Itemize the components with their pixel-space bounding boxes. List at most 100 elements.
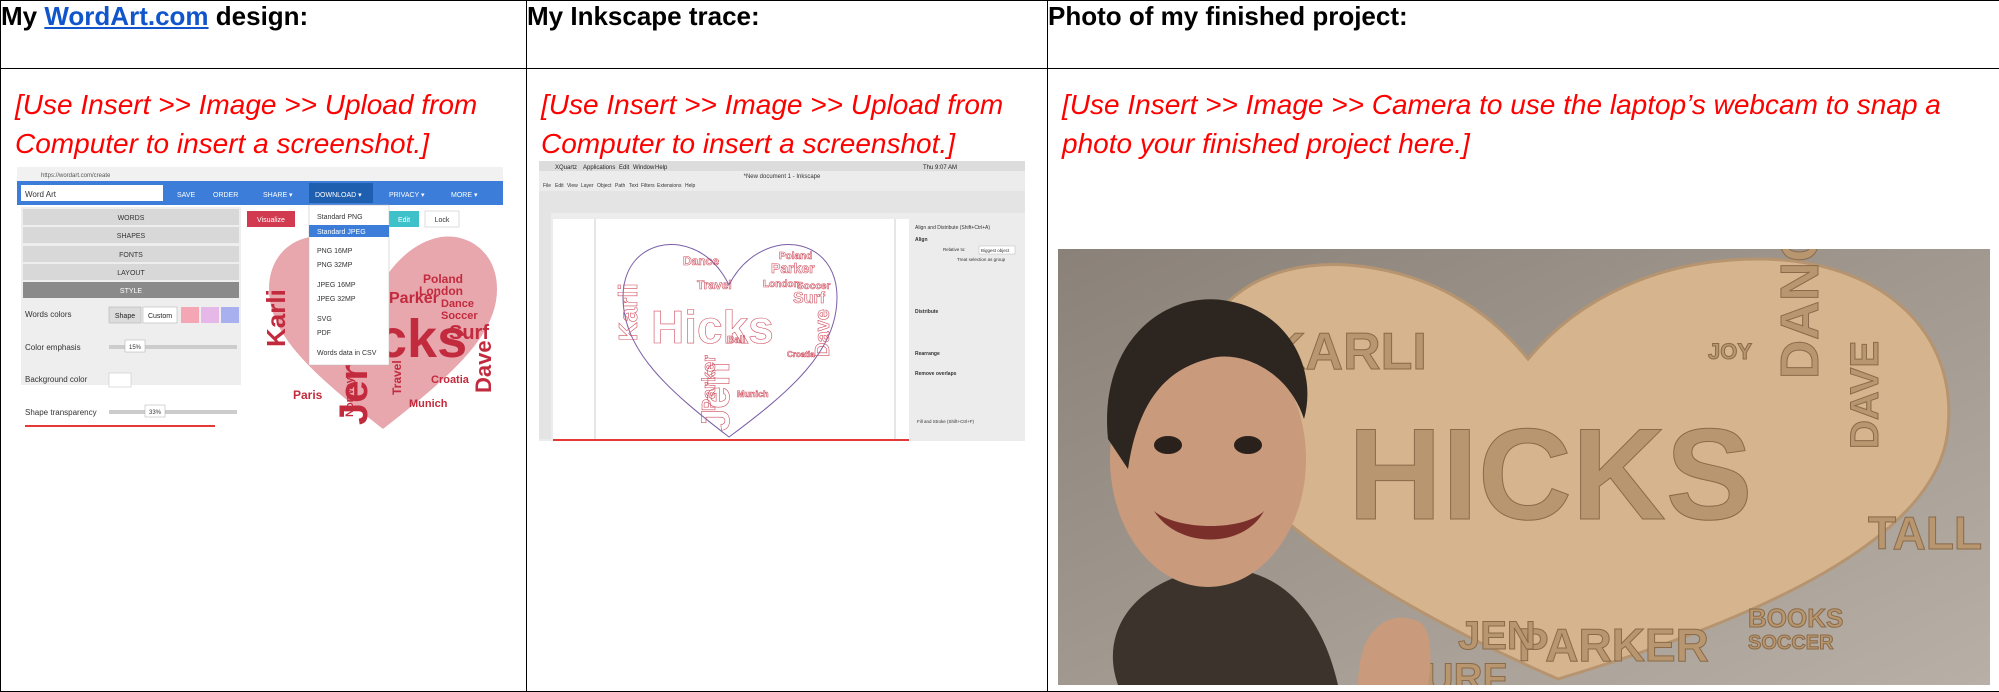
menu-item[interactable]: Extensions <box>657 183 682 189</box>
photo-word: TALL <box>1868 507 1982 559</box>
menubar-item[interactable]: Help <box>655 165 668 171</box>
words-colors-label: Words colors <box>25 310 72 319</box>
shape-toggle-label: Shape <box>115 313 135 320</box>
photo-word: PARKER <box>1518 619 1709 671</box>
cloud-word: Dance <box>441 298 474 310</box>
cloud-word: Munich <box>737 389 769 399</box>
tab-style[interactable]: STYLE <box>120 288 143 295</box>
download-menu: Standard PNG Standard JPEG PNG 16MP PNG … <box>308 204 390 366</box>
fill-stroke-tab[interactable]: Fill and Stroke (Shift+Ctrl+F) <box>917 419 975 424</box>
cloud-word: Parker <box>771 260 815 276</box>
toolbar-order[interactable]: ORDER <box>213 192 238 199</box>
rearrange-heading: Rearrange <box>915 351 940 357</box>
cloud-word: Surf <box>793 290 826 307</box>
cloud-word: Karli <box>613 283 643 341</box>
distribute-heading: Distribute <box>915 309 939 315</box>
cell-wordart[interactable]: [Use Insert >> Image >> Upload from Comp… <box>0 68 527 692</box>
menu-item[interactable]: Path <box>615 183 626 189</box>
cloud-word: Travel <box>390 360 404 395</box>
cloud-word: Munich <box>409 398 448 410</box>
download-option[interactable]: PNG 16MP <box>317 248 353 255</box>
cell-inkscape[interactable]: [Use Insert >> Image >> Upload from Comp… <box>526 68 1048 692</box>
cloud-word: Bali <box>727 335 746 346</box>
shape-transparency-label: Shape transparency <box>25 408 97 417</box>
header-photo: Photo of my finished project: <box>1047 0 1999 69</box>
wordart-screenshot: https://wordart.com/create Word Art SAVE… <box>17 167 503 433</box>
menu-item[interactable]: Object <box>597 183 612 189</box>
treat-selection-label: Treat selection as group <box>957 257 1006 262</box>
color-emphasis-label: Color emphasis <box>25 343 81 352</box>
download-option[interactable]: JPEG 16MP <box>317 282 356 289</box>
cloud-word: Travel <box>697 278 732 292</box>
custom-toggle-label: Custom <box>148 313 172 320</box>
cloud-word: Parker <box>699 355 719 411</box>
menu-item[interactable]: Layer <box>581 183 594 189</box>
menu-item[interactable]: Text <box>629 183 639 189</box>
toolbar-save[interactable]: SAVE <box>177 192 195 199</box>
download-option[interactable]: PDF <box>317 330 331 337</box>
toolbar-download[interactable]: DOWNLOAD ▾ <box>315 192 362 199</box>
instruction-text: [Use Insert >> Image >> Camera to use th… <box>1062 89 1941 159</box>
menu-item[interactable]: Filters <box>641 183 655 189</box>
cloud-word: Poland <box>779 251 812 262</box>
menubar-item[interactable]: Applications <box>583 165 615 171</box>
align-heading: Align <box>915 237 928 243</box>
swatch[interactable] <box>201 307 219 323</box>
menu-item[interactable]: File <box>543 183 551 189</box>
photo-word: HICKS <box>1348 401 1752 547</box>
inkscape-screenshot: XQuartz Applications Edit Window Help Th… <box>539 161 1025 441</box>
cloud-word: Soccer <box>441 310 478 322</box>
cloud-word: Dance <box>683 254 719 268</box>
cloud-word: London <box>419 284 463 298</box>
worksheet-table: My WordArt.com design: My Inkscape trace… <box>0 0 1999 692</box>
download-option[interactable]: Words data in CSV <box>317 350 377 357</box>
download-option[interactable]: Standard JPEG <box>317 229 366 236</box>
menu-item[interactable]: Help <box>685 183 696 189</box>
download-option[interactable]: JPEG 32MP <box>317 296 356 303</box>
cloud-word: Croatia <box>431 374 470 386</box>
header-prefix: My <box>1 1 45 31</box>
swatch[interactable] <box>221 307 239 323</box>
instruction-text: [Use Insert >> Image >> Upload from Comp… <box>15 89 478 159</box>
tab-words[interactable]: WORDS <box>118 215 145 222</box>
tab-fonts[interactable]: FONTS <box>119 252 143 259</box>
menubar-item[interactable]: Window <box>633 165 655 171</box>
shape-transparency-slider[interactable] <box>109 410 237 414</box>
finished-project-photo: HICKS KARLI DANCE PARKER JEN SURF DAVE T… <box>1058 249 1990 685</box>
cloud-word: Hicks <box>651 301 774 353</box>
photo-word: JEN <box>1458 614 1536 658</box>
menu-item[interactable]: View <box>567 183 578 189</box>
cell-photo[interactable]: [Use Insert >> Image >> Camera to use th… <box>1047 68 1999 692</box>
menu-item[interactable]: Edit <box>555 183 564 189</box>
cloud-word: Dave <box>471 340 496 393</box>
browser-url: https://wordart.com/create <box>41 173 111 179</box>
download-option[interactable]: SVG <box>317 316 332 323</box>
tab-layout[interactable]: LAYOUT <box>117 270 145 277</box>
cloud-word: London <box>763 279 800 290</box>
photo-word: BOOKS <box>1748 603 1843 633</box>
relative-to-value: Biggest object <box>981 248 1010 253</box>
lock-label: Lock <box>435 217 450 224</box>
background-color-swatch[interactable] <box>108 372 132 388</box>
tab-shapes[interactable]: SHAPES <box>117 233 146 240</box>
photo-word: SOCCER <box>1748 632 1834 654</box>
download-option[interactable]: Standard PNG <box>317 214 363 221</box>
photo-word: JOY <box>1708 339 1752 364</box>
header-inkscape: My Inkscape trace: <box>526 0 1048 69</box>
photo-word: DANCE <box>1770 249 1830 379</box>
photo-word: DAVE <box>1843 341 1887 449</box>
visualize-label: Visualize <box>257 217 285 224</box>
swatch[interactable] <box>181 307 199 323</box>
toolbar-privacy[interactable]: PRIVACY ▾ <box>389 192 425 199</box>
tool-palette <box>539 213 551 439</box>
edit-label: Edit <box>398 217 410 224</box>
menubar-item[interactable]: Edit <box>619 165 630 171</box>
toolbar-more[interactable]: MORE ▾ <box>451 192 478 199</box>
wordart-link[interactable]: WordArt.com <box>44 1 208 31</box>
clock: Thu 9:07 AM <box>923 165 957 171</box>
cloud-word: Croatia <box>787 350 815 359</box>
download-option[interactable]: PNG 32MP <box>317 262 353 269</box>
toolbar-share[interactable]: SHARE ▾ <box>263 192 293 199</box>
cloud-word: Norway <box>344 376 356 417</box>
menubar-item[interactable]: XQuartz <box>555 165 577 171</box>
